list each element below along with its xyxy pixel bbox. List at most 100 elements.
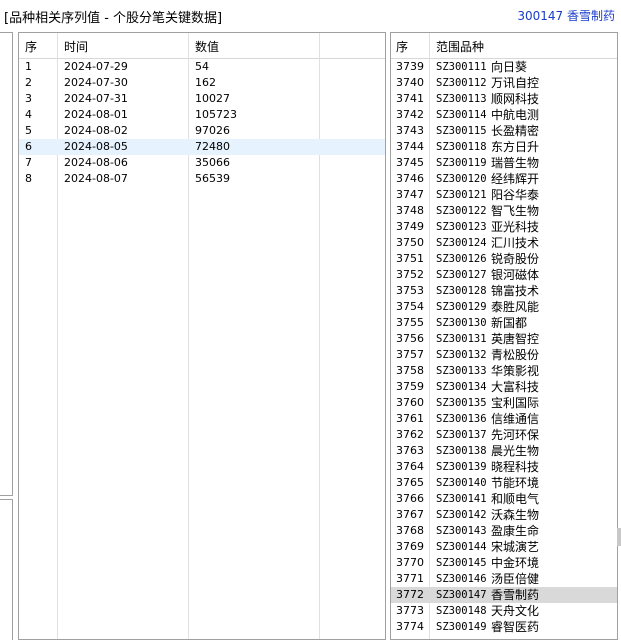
list-item[interactable]: 3753 SZ300128 锦富技术 xyxy=(391,283,617,299)
table-row[interactable]: 7 2024-08-06 35066 xyxy=(19,155,385,171)
symbol-name: 顺网科技 xyxy=(491,92,540,106)
header-time[interactable]: 时间 xyxy=(64,38,88,55)
list-item[interactable]: 3757 SZ300132 青松股份 xyxy=(391,347,617,363)
header-idx[interactable]: 序 xyxy=(396,38,408,55)
table-row[interactable]: 2 2024-07-30 162 xyxy=(19,75,385,91)
row-index: 3761 xyxy=(396,412,424,425)
list-item[interactable]: 3772 SZ300147 香雪制药 xyxy=(391,587,617,603)
symbol-code: SZ300118 xyxy=(436,141,487,153)
symbol-name: 中航电测 xyxy=(491,108,540,122)
series-value-table: 序 时间 数值 1 2024-07-29 54 2 2024-07-30 162 3 2024… xyxy=(18,32,386,640)
table-row[interactable]: 8 2024-08-07 56539 xyxy=(19,171,385,187)
row-index: 3744 xyxy=(396,140,424,153)
list-item[interactable]: 3746 SZ300120 经纬辉开 xyxy=(391,171,617,187)
header-value[interactable]: 数值 xyxy=(195,38,219,55)
list-item[interactable]: 3760 SZ300135 宝利国际 xyxy=(391,395,617,411)
list-item[interactable]: 3755 SZ300130 新国都 xyxy=(391,315,617,331)
row-time: 2024-08-06 xyxy=(64,156,128,169)
row-index: 3766 xyxy=(396,492,424,505)
symbol-code: SZ300124 xyxy=(436,237,487,249)
symbol-name: 盈康生命 xyxy=(491,524,540,538)
row-index: 1 xyxy=(25,60,32,73)
list-item[interactable]: 3770 SZ300145 中金环境 xyxy=(391,555,617,571)
list-item[interactable]: 3773 SZ300148 天舟文化 xyxy=(391,603,617,619)
list-item[interactable]: 3762 SZ300137 先河环保 xyxy=(391,427,617,443)
row-index: 3755 xyxy=(396,316,424,329)
symbol-name: 汇川技术 xyxy=(491,236,540,250)
symbol-name: 中金环境 xyxy=(491,556,540,570)
list-item[interactable]: 3752 SZ300127 银河磁体 xyxy=(391,267,617,283)
table-row[interactable]: 1 2024-07-29 54 xyxy=(19,59,385,75)
table-row[interactable]: 4 2024-08-01 105723 xyxy=(19,107,385,123)
row-index: 3757 xyxy=(396,348,424,361)
symbol-name: 英唐智控 xyxy=(491,332,540,346)
symbol-code: SZ300115 xyxy=(436,125,487,137)
list-item[interactable]: 3764 SZ300139 晓程科技 xyxy=(391,459,617,475)
list-item[interactable]: 3763 SZ300138 晨光生物 xyxy=(391,443,617,459)
row-index: 7 xyxy=(25,156,32,169)
list-item[interactable]: 3748 SZ300122 智飞生物 xyxy=(391,203,617,219)
row-index: 5 xyxy=(25,124,32,137)
symbol-code: SZ300141 xyxy=(436,493,487,505)
list-item[interactable]: 3767 SZ300142 沃森生物 xyxy=(391,507,617,523)
symbol-name: 信维通信 xyxy=(491,412,540,426)
table-row[interactable]: 3 2024-07-31 10027 xyxy=(19,91,385,107)
series-table-header: 序 时间 数值 xyxy=(19,33,385,59)
row-index: 3739 xyxy=(396,60,424,73)
list-item[interactable]: 3754 SZ300129 泰胜风能 xyxy=(391,299,617,315)
symbol-code: SZ300128 xyxy=(436,285,487,297)
list-item[interactable]: 3759 SZ300134 大富科技 xyxy=(391,379,617,395)
row-index: 3740 xyxy=(396,76,424,89)
symbol-code: SZ300129 xyxy=(436,301,487,313)
list-item[interactable]: 3756 SZ300131 英唐智控 xyxy=(391,331,617,347)
symbol-name: 长盈精密 xyxy=(491,124,540,138)
list-item[interactable]: 3766 SZ300141 和顺电气 xyxy=(391,491,617,507)
list-item[interactable]: 3741 SZ300113 顺网科技 xyxy=(391,91,617,107)
list-item[interactable]: 3739 SZ300111 向日葵 xyxy=(391,59,617,75)
list-item[interactable]: 3743 SZ300115 长盈精密 xyxy=(391,123,617,139)
list-item[interactable]: 3751 SZ300126 锐奇股份 xyxy=(391,251,617,267)
header-symbol[interactable]: 范围品种 xyxy=(436,38,484,55)
symbol-name: 宝利国际 xyxy=(491,396,540,410)
symbol-code: SZ300126 xyxy=(436,253,487,265)
list-item[interactable]: 3765 SZ300140 节能环境 xyxy=(391,475,617,491)
row-index: 3756 xyxy=(396,332,424,345)
list-item[interactable]: 3771 SZ300146 汤臣倍健 xyxy=(391,571,617,587)
table-row[interactable]: 6 2024-08-05 72480 xyxy=(19,139,385,155)
symbol-code: SZ300146 xyxy=(436,573,487,585)
symbol-name: 万讯自控 xyxy=(491,76,540,90)
symbol-code: SZ300145 xyxy=(436,557,487,569)
list-item[interactable]: 3758 SZ300133 华策影视 xyxy=(391,363,617,379)
list-item[interactable]: 3744 SZ300118 东方日升 xyxy=(391,139,617,155)
symbol-name: 阳谷华泰 xyxy=(491,188,540,202)
row-index: 3772 xyxy=(396,588,424,601)
symbol-rows: 3739 SZ300111 向日葵 3740 SZ300112 万讯自控 3741 SZ300… xyxy=(391,59,617,635)
list-item[interactable]: 3745 SZ300119 瑞普生物 xyxy=(391,155,617,171)
symbol-name: 香雪制药 xyxy=(491,588,540,602)
symbol-code: SZ300122 xyxy=(436,205,487,217)
symbol-code: SZ300142 xyxy=(436,509,487,521)
scrollbar-thumb[interactable] xyxy=(617,528,621,546)
symbol-code: SZ300114 xyxy=(436,109,487,121)
row-index: 6 xyxy=(25,140,32,153)
list-item[interactable]: 3761 SZ300136 信维通信 xyxy=(391,411,617,427)
left-panel-upper xyxy=(0,32,13,496)
list-item[interactable]: 3742 SZ300114 中航电测 xyxy=(391,107,617,123)
row-index: 3758 xyxy=(396,364,424,377)
table-row[interactable]: 5 2024-08-02 97026 xyxy=(19,123,385,139)
symbol-code: SZ300139 xyxy=(436,461,487,473)
row-index: 3741 xyxy=(396,92,424,105)
symbol-range-table: 序 范围品种 3739 SZ300111 向日葵 3740 SZ300112 万讯自控 37… xyxy=(390,32,618,640)
symbol-table-header: 序 范围品种 xyxy=(391,33,617,59)
list-item[interactable]: 3774 SZ300149 睿智医药 xyxy=(391,619,617,635)
list-item[interactable]: 3747 SZ300121 阳谷华泰 xyxy=(391,187,617,203)
list-item[interactable]: 3750 SZ300124 汇川技术 xyxy=(391,235,617,251)
list-item[interactable]: 3769 SZ300144 宋城演艺 xyxy=(391,539,617,555)
window-title: [品种相关序列值 - 个股分笔关键数据] xyxy=(4,11,223,26)
list-item[interactable]: 3749 SZ300123 亚光科技 xyxy=(391,219,617,235)
list-item[interactable]: 3740 SZ300112 万讯自控 xyxy=(391,75,617,91)
list-item[interactable]: 3768 SZ300143 盈康生命 xyxy=(391,523,617,539)
row-index: 3749 xyxy=(396,220,424,233)
current-stock-label[interactable]: 300147 香雪制药 xyxy=(517,7,615,24)
header-idx[interactable]: 序 xyxy=(25,38,37,55)
